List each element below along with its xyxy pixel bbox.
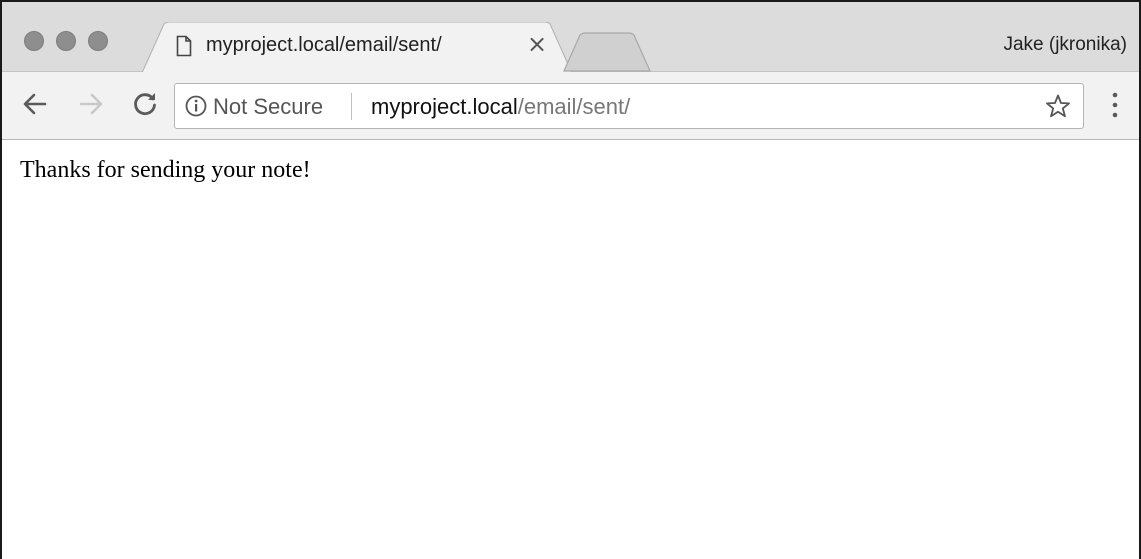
minimize-window-button[interactable]	[56, 31, 76, 51]
vertical-dots-icon[interactable]	[1110, 91, 1120, 119]
toolbar: Not Secure myproject.local/email/sent/	[2, 72, 1139, 140]
page-content: Thanks for sending your note!	[2, 141, 1139, 559]
address-bar[interactable]: Not Secure myproject.local/email/sent/	[174, 83, 1084, 129]
tab-title: myproject.local/email/sent/	[206, 34, 442, 56]
close-tab-button[interactable]: ×	[526, 32, 548, 56]
tab-strip: myproject.local/email/sent/ × Jake (jkro…	[2, 2, 1139, 73]
zoom-window-button[interactable]	[88, 31, 108, 51]
url-host: myproject.local	[371, 94, 518, 119]
window-controls	[24, 31, 108, 51]
info-icon[interactable]	[185, 95, 207, 117]
document-icon	[176, 35, 192, 57]
new-tab-button[interactable]	[562, 32, 652, 72]
close-window-button[interactable]	[24, 31, 44, 51]
back-button[interactable]	[20, 89, 50, 119]
address-separator	[351, 93, 352, 120]
reload-icon	[134, 93, 156, 116]
arrow-right-icon	[79, 93, 103, 115]
profile-button[interactable]: Jake (jkronika)	[1003, 34, 1127, 56]
tab-active[interactable]: myproject.local/email/sent/ ×	[142, 22, 572, 73]
url-path: /email/sent/	[517, 94, 631, 119]
security-indicator[interactable]: Not Secure	[213, 94, 323, 120]
browser-window: myproject.local/email/sent/ × Jake (jkro…	[0, 0, 1141, 559]
arrow-left-icon	[23, 93, 47, 115]
forward-button[interactable]	[76, 89, 106, 119]
star-icon[interactable]	[1045, 93, 1071, 119]
reload-button[interactable]	[130, 89, 160, 119]
url-text[interactable]: myproject.local/email/sent/	[371, 94, 630, 120]
confirmation-message: Thanks for sending your note!	[20, 157, 311, 183]
